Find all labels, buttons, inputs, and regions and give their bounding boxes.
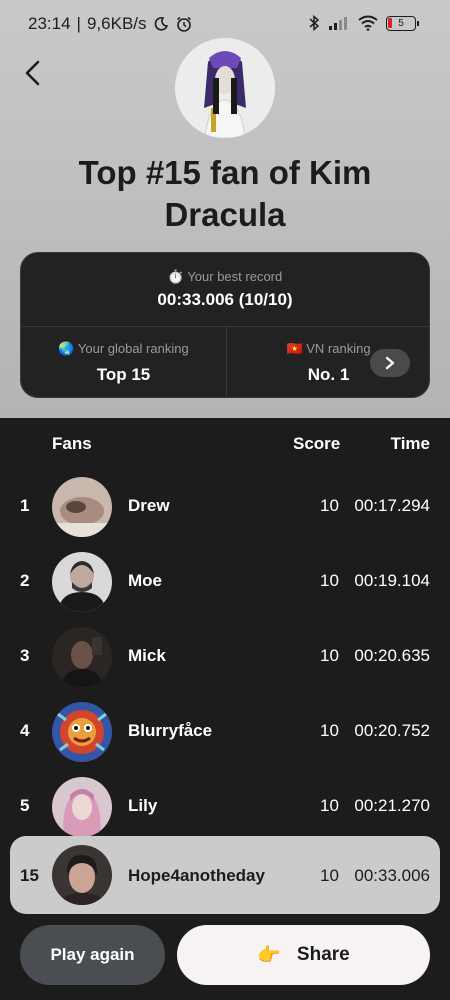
column-score: Score [293, 434, 341, 453]
fan-time: 00:20.635 [354, 646, 430, 665]
leaderboard-row[interactable]: 3 Mick 10 00:20.635 [0, 622, 450, 692]
fan-time: 00:20.752 [354, 721, 430, 740]
signal-icon [329, 17, 347, 30]
leaderboard-row[interactable]: 4 Blurryfåce 10 00:20.752 [0, 697, 450, 767]
column-fans: Fans [52, 434, 92, 453]
globe-icon: 🌏 [58, 341, 75, 356]
fan-avatar [52, 477, 112, 537]
best-record-value: 00:33.006 (10/10) [157, 290, 293, 309]
wifi-icon [358, 15, 378, 31]
share-button-label: Share [296, 944, 350, 965]
pointing-hand-icon: 👉 [257, 945, 281, 966]
leaderboard-row[interactable]: 2 Moe 10 00:19.104 [0, 547, 450, 617]
artist-avatar [175, 38, 275, 138]
fan-name: Lily [128, 796, 158, 815]
chevron-left-icon [25, 60, 40, 86]
vn-flag-icon: 🇻🇳 [286, 341, 303, 356]
row-rank: 1 [20, 496, 30, 515]
row-rank: 3 [20, 646, 30, 665]
share-button[interactable]: 👉 Share [177, 925, 430, 985]
back-button[interactable] [20, 58, 48, 88]
alarm-icon [176, 16, 191, 32]
my-avatar [52, 845, 112, 905]
global-ranking-value: Top 15 [96, 365, 151, 384]
fan-avatar [52, 552, 112, 612]
battery-icon: 5 [386, 15, 419, 31]
leaderboard-row[interactable]: 5 Lily 10 00:21.270 [0, 772, 450, 842]
fan-name: Moe [128, 571, 162, 590]
chevron-right-icon [385, 356, 395, 370]
fan-score: 10 [320, 571, 339, 590]
fan-avatar [52, 627, 112, 687]
status-separator: | [76, 14, 81, 33]
fan-avatar [52, 702, 112, 762]
status-network-speed: 9,6KB/s [86, 14, 147, 33]
fan-time: 00:21.270 [354, 796, 430, 815]
battery-level: 5 [398, 17, 404, 29]
fan-score: 10 [320, 646, 339, 665]
my-ranking-row[interactable]: 15 Hope4anotheday 10 00:33.006 [10, 836, 440, 914]
moon-icon [154, 17, 168, 31]
stopwatch-icon: ⏱️ [167, 269, 184, 284]
best-record-label-text: Your best record [187, 269, 283, 284]
my-name: Hope4anotheday [128, 866, 265, 885]
best-record-label: ⏱️ Your best record [21, 269, 429, 285]
row-rank: 5 [20, 796, 30, 815]
row-rank: 4 [20, 721, 30, 740]
fan-time: 00:17.294 [354, 496, 430, 515]
my-rank: 15 [20, 866, 39, 885]
fan-score: 10 [320, 496, 339, 515]
local-ranking-label: VN ranking [306, 341, 371, 356]
fan-time: 00:19.104 [354, 571, 430, 590]
row-rank: 2 [20, 571, 30, 590]
page-title: Top #15 fan of Kim Dracula [78, 154, 372, 233]
bluetooth-icon [309, 14, 320, 32]
play-again-button[interactable]: Play again [20, 925, 165, 985]
record-card: ⏱️ Your best record 00:33.006 (10/10) 🌏 … [20, 252, 430, 398]
divider [21, 326, 429, 327]
ranking-next-button[interactable] [370, 349, 410, 377]
global-ranking-label: Your global ranking [77, 341, 189, 356]
global-ranking-cell: 🌏 Your global ranking Top 15 [21, 341, 226, 385]
fan-score: 10 [320, 721, 339, 740]
fan-name: Blurryfåce [128, 721, 213, 740]
my-score: 10 [320, 866, 339, 885]
column-time: Time [390, 434, 430, 453]
header-section: 23:14 | 9,6KB/s 5 Top #15 fan of Kim Dra… [0, 0, 450, 418]
leaderboard-header: Fans Score Time [0, 434, 450, 454]
fan-name: Mick [128, 646, 166, 665]
my-time: 00:33.006 [354, 866, 430, 885]
status-time: 23:14 [28, 14, 71, 33]
fan-avatar [52, 777, 112, 837]
fan-name: Drew [128, 496, 170, 515]
fan-score: 10 [320, 796, 339, 815]
leaderboard-row[interactable]: 1 Drew 10 00:17.294 [0, 472, 450, 542]
